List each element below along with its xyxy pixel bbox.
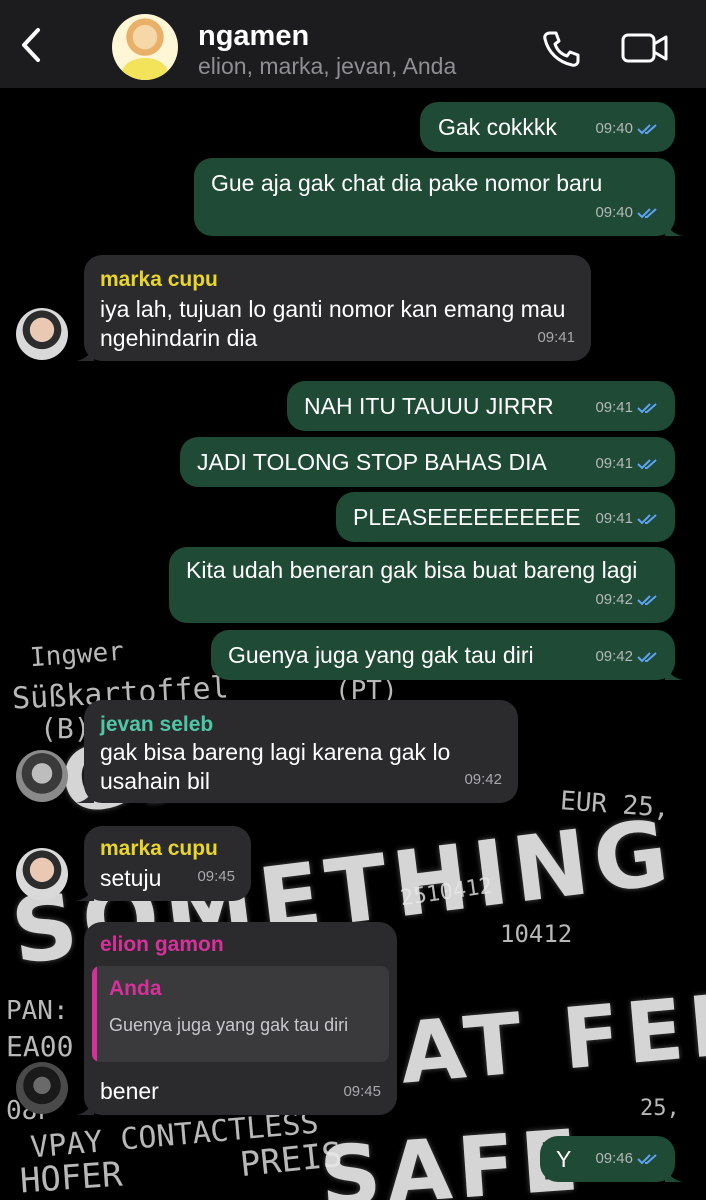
back-button[interactable]: [14, 24, 50, 66]
message-meta: 09:41: [595, 504, 659, 533]
message-meta: 09:41: [537, 323, 575, 352]
bubble-tail: [76, 883, 94, 901]
chat-header: ngamen elion, marka, jevan, Anda: [0, 0, 706, 88]
avatar-marka[interactable]: [16, 848, 68, 900]
message-time: 09:45: [343, 1083, 381, 1100]
outgoing-message[interactable]: Gak cokkkk 09:40: [420, 102, 675, 152]
voice-call-button[interactable]: [540, 28, 582, 70]
bubble-tail: [76, 1097, 94, 1115]
outgoing-message[interactable]: Gue aja gak chat dia pake nomor baru 09:…: [194, 158, 683, 236]
message-text: Gak cokkkk: [438, 114, 557, 140]
message-meta: 09:41: [595, 449, 659, 478]
incoming-message[interactable]: jevan seleb gak bisa bareng lagi karena …: [76, 700, 518, 803]
avatar-marka[interactable]: [16, 308, 68, 360]
bubble-tail: [665, 662, 683, 680]
chat-title[interactable]: ngamen: [198, 20, 309, 53]
outgoing-message[interactable]: JADI TOLONG STOP BAHAS DIA 09:41: [180, 437, 675, 487]
message-time: 09:42: [595, 591, 633, 608]
avatar-elion[interactable]: [16, 1062, 68, 1114]
message-meta: 09:41: [595, 393, 659, 422]
read-receipt-icon: [637, 1153, 657, 1164]
message-text: gak bisa bareng lagi karena gak lo usaha…: [100, 739, 451, 794]
sender-name[interactable]: marka cupu: [100, 265, 218, 294]
message-time: 09:42: [464, 771, 502, 788]
message-meta: 09:40: [595, 198, 659, 227]
wallpaper-text: 25,: [640, 1096, 680, 1121]
outgoing-message[interactable]: NAH ITU TAUUU JIRRR 09:41: [287, 381, 675, 431]
message-time: 09:41: [595, 510, 633, 527]
read-receipt-icon: [637, 402, 657, 413]
quote-author: Anda: [109, 977, 162, 1000]
message-meta: 09:45: [343, 1077, 381, 1106]
sender-name[interactable]: marka cupu: [100, 834, 218, 863]
group-avatar[interactable]: [112, 14, 178, 80]
video-camera-icon: [621, 33, 668, 63]
wallpaper-text: EA00: [6, 1030, 74, 1063]
wallpaper-text: HOFER: [18, 1154, 124, 1200]
quote-text: Guenya juga yang gak tau diri: [109, 1015, 349, 1035]
message-meta: 09:46: [595, 1144, 659, 1173]
bubble-tail: [76, 785, 94, 803]
chat-members[interactable]: elion, marka, jevan, Anda: [198, 53, 456, 80]
incoming-message[interactable]: elion gamon Anda Guenya juga yang gak ta…: [76, 922, 397, 1115]
message-text: NAH ITU TAUUU JIRRR: [304, 393, 554, 419]
phone-icon: [543, 31, 580, 67]
incoming-message[interactable]: marka cupu iya lah, tujuan lo ganti nomo…: [76, 255, 591, 361]
outgoing-message[interactable]: Guenya juga yang gak tau diri 09:42: [211, 630, 683, 680]
message-time: 09:40: [595, 120, 633, 137]
message-text: Y: [556, 1146, 572, 1172]
message-meta: 09:40: [595, 114, 659, 143]
message-text: JADI TOLONG STOP BAHAS DIA: [197, 449, 547, 475]
wallpaper-text: Ingwer: [29, 636, 125, 674]
bubble-tail: [665, 218, 683, 236]
bubble-tail: [665, 1164, 683, 1182]
message-time: 09:46: [595, 1150, 633, 1167]
chevron-left-icon: [22, 28, 40, 62]
message-meta: 09:45: [197, 862, 235, 891]
message-text: bener: [100, 1078, 159, 1104]
sender-name[interactable]: jevan seleb: [100, 710, 213, 739]
message-meta: 09:42: [595, 585, 659, 614]
read-receipt-icon: [637, 594, 657, 605]
message-text: Gue aja gak chat dia pake nomor baru: [211, 170, 603, 196]
message-time: 09:41: [595, 399, 633, 416]
message-time: 09:41: [537, 329, 575, 346]
outgoing-message[interactable]: PLEASEEEEEEEEEE 09:41: [336, 492, 675, 542]
read-receipt-icon: [637, 458, 657, 469]
quoted-reply[interactable]: Anda Guenya juga yang gak tau diri: [92, 966, 389, 1062]
incoming-message[interactable]: marka cupu setuju 09:45: [76, 826, 251, 901]
message-meta: 09:42: [595, 642, 659, 671]
message-text: Kita udah beneran gak bisa buat bareng l…: [186, 557, 638, 583]
read-receipt-icon: [637, 123, 657, 134]
message-text: setuju: [100, 865, 162, 891]
message-meta: 09:42: [464, 765, 502, 794]
read-receipt-icon: [637, 513, 657, 524]
sender-name[interactable]: elion gamon: [100, 930, 224, 959]
message-time: 09:45: [197, 868, 235, 885]
message-time: 09:42: [595, 648, 633, 665]
outgoing-message[interactable]: Y 09:46: [540, 1136, 683, 1182]
message-text: Guenya juga yang gak tau diri: [228, 642, 534, 668]
wallpaper-text: PAN:: [6, 996, 69, 1026]
video-call-button[interactable]: [620, 30, 670, 66]
read-receipt-icon: [637, 207, 657, 218]
message-time: 09:40: [595, 204, 633, 221]
read-receipt-icon: [637, 651, 657, 662]
outgoing-message[interactable]: Kita udah beneran gak bisa buat bareng l…: [169, 547, 675, 623]
message-text: PLEASEEEEEEEEEE: [353, 504, 581, 530]
message-time: 09:41: [595, 455, 633, 472]
bubble-tail: [76, 343, 94, 361]
avatar-jevan[interactable]: [16, 750, 68, 802]
message-text: iya lah, tujuan lo ganti nomor kan emang…: [100, 296, 566, 351]
